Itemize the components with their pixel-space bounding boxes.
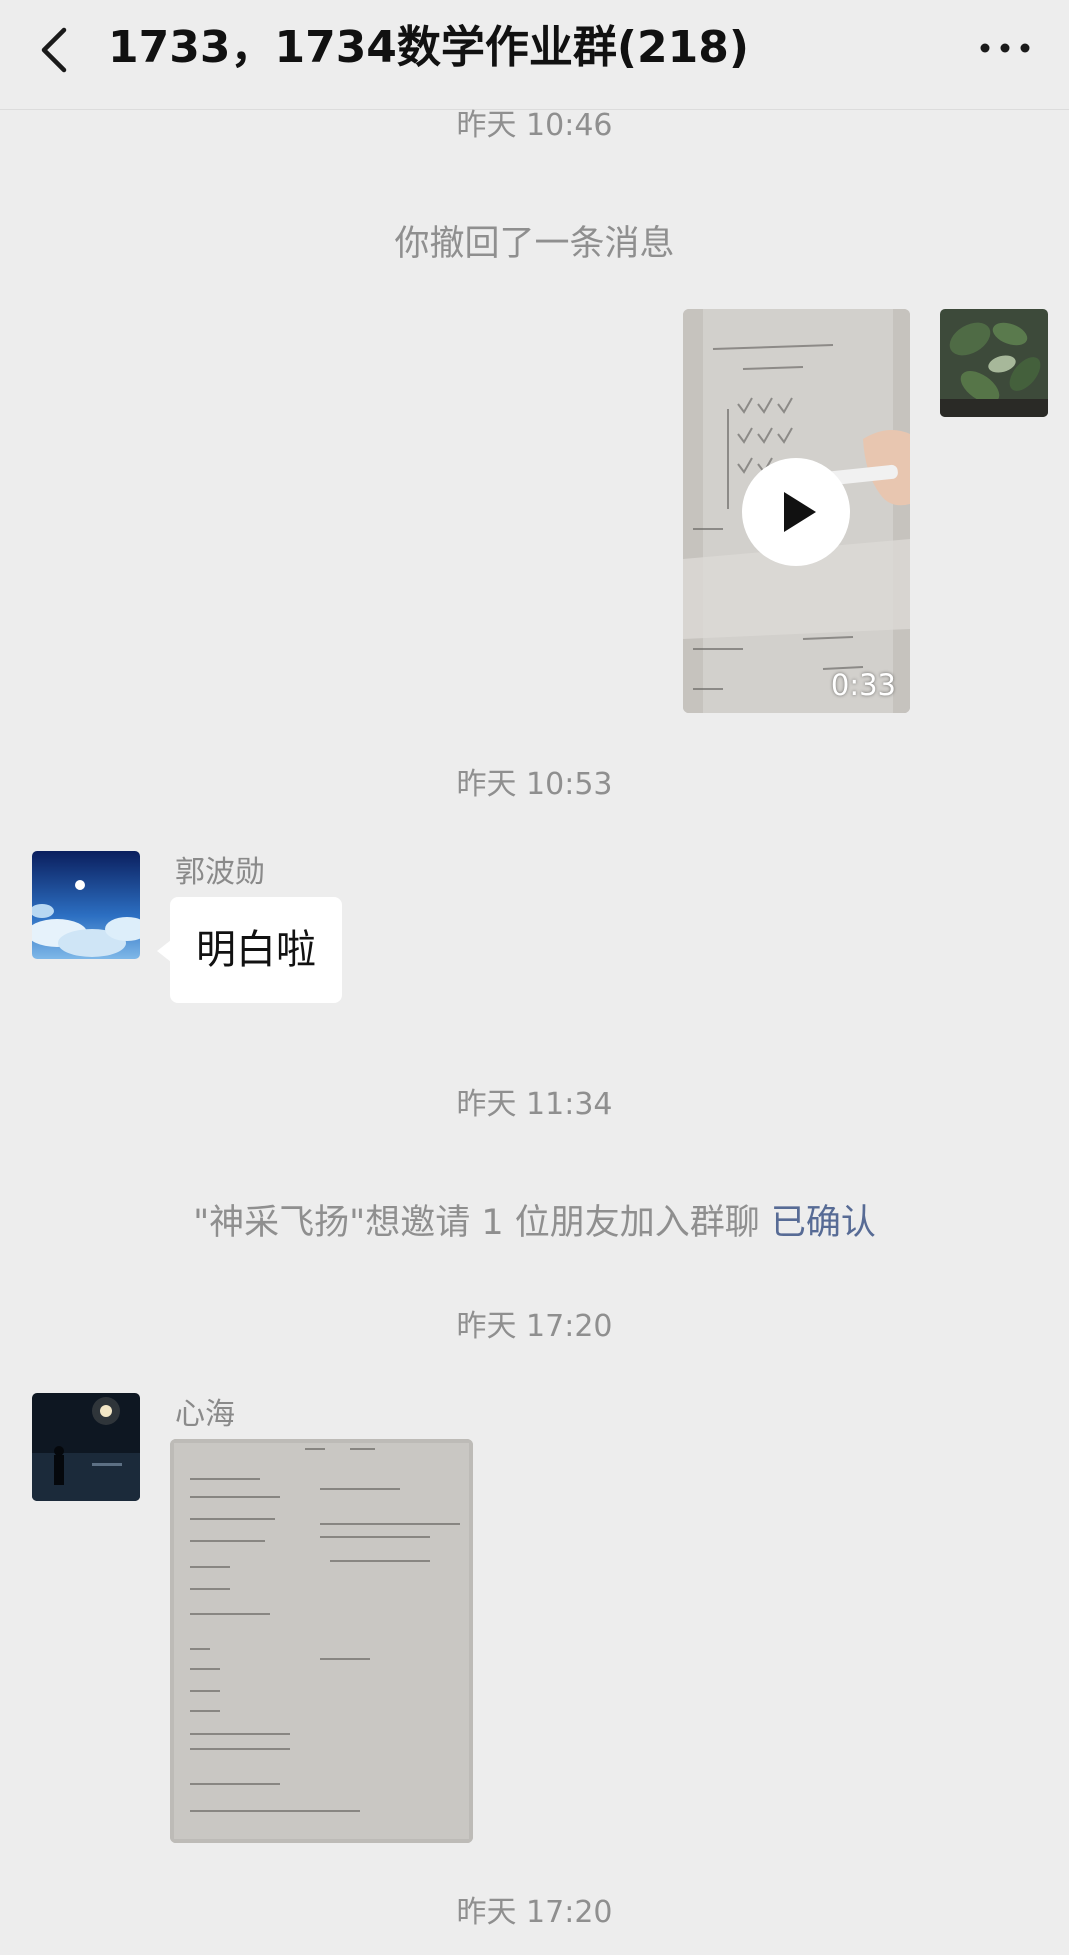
- sender-avatar[interactable]: [32, 1393, 140, 1501]
- invite-notice-text: "神采飞扬"想邀请 1 位朋友加入群聊: [193, 1203, 760, 1243]
- plant-avatar-image: [940, 309, 1048, 417]
- chevron-left-icon[interactable]: [30, 22, 80, 78]
- more-horizontal-icon[interactable]: [975, 28, 1035, 68]
- invite-notice: "神采飞扬"想邀请 1 位朋友加入群聊 已确认: [0, 1200, 1069, 1246]
- sender-name: 郭波勋: [175, 855, 265, 890]
- video-message[interactable]: 0:33: [683, 309, 910, 713]
- sender-avatar[interactable]: [32, 851, 140, 959]
- chat-header: 1733，1734数学作业群(218): [0, 0, 1069, 110]
- timestamp: 昨天 11:34: [456, 1087, 613, 1122]
- timestamp: 昨天 10:46: [456, 108, 613, 143]
- bubble-tail: [157, 940, 171, 962]
- text-message-bubble[interactable]: 明白啦: [170, 897, 342, 1003]
- chat-title: 1733，1734数学作业群(218): [108, 22, 749, 73]
- sender-name: 心海: [175, 1397, 235, 1432]
- timestamp: 昨天 17:20: [456, 1895, 613, 1930]
- night-sea-avatar-image: [32, 1393, 140, 1501]
- image-message[interactable]: [170, 1439, 473, 1843]
- play-icon: [784, 492, 816, 532]
- video-duration: 0:33: [830, 668, 896, 702]
- homework-photo: [170, 1439, 473, 1843]
- my-avatar[interactable]: [940, 309, 1048, 417]
- timestamp: 昨天 17:20: [456, 1309, 613, 1344]
- timestamp: 昨天 10:53: [456, 767, 613, 802]
- sky-avatar-image: [32, 851, 140, 959]
- recall-notice: 你撤回了一条消息: [394, 224, 675, 264]
- confirmed-link[interactable]: 已确认: [771, 1203, 876, 1243]
- play-button[interactable]: [742, 458, 850, 566]
